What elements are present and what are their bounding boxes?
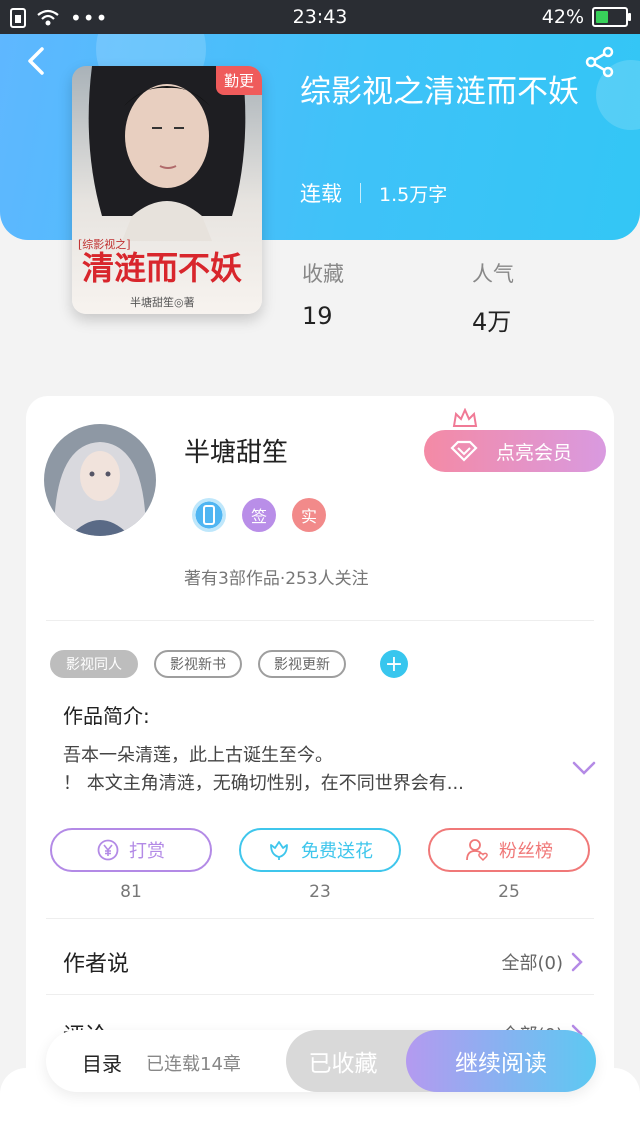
divider [46, 918, 594, 919]
author-says-more[interactable]: 全部(0) [502, 949, 584, 975]
stat-label: 人气 [472, 262, 514, 286]
reward-action: 打赏 81 [50, 828, 212, 902]
tag-item[interactable]: 影视新书 [154, 650, 242, 678]
intro-title: 作品简介: [63, 704, 150, 728]
avatar-art [44, 424, 156, 536]
author-name[interactable]: 半塘甜笙 [184, 432, 288, 469]
reward-label: 打赏 [129, 841, 165, 862]
author-avatar[interactable] [44, 424, 156, 536]
vip-button-label: 点亮会员 [496, 441, 573, 464]
chapter-count[interactable]: 已连载14章 [146, 1050, 241, 1076]
intro-line: ！ 本文主角清涟，无确切性别，在不同世界会有... [63, 773, 464, 794]
fans-label: 粉丝榜 [499, 841, 553, 862]
divider [46, 620, 594, 621]
flower-icon [270, 841, 288, 860]
stat-label: 收藏 [302, 262, 344, 286]
book-word-count: 1.5万字 [379, 183, 448, 206]
stat-value: 4万 [472, 308, 512, 336]
book-title: 综影视之清涟而不妖 [300, 74, 579, 110]
battery-icon [592, 7, 631, 27]
verified-badge: 实 [292, 498, 326, 532]
diamond-icon [450, 440, 478, 462]
author-card: 半塘甜笙 点亮会员 签 实 著有3部作品·253人关注 影视同人 影视新书 影视… [26, 396, 614, 1138]
fans-rank-button[interactable]: 粉丝榜 [428, 828, 590, 872]
stat-popularity: 人气 4万 [472, 258, 514, 337]
stat-value: 19 [302, 302, 333, 330]
flower-count: 23 [309, 882, 331, 902]
reward-button[interactable]: 打赏 [50, 828, 212, 872]
toc-button[interactable]: 目录 [82, 1048, 122, 1077]
battery-fill [596, 11, 608, 23]
book-cover[interactable]: 勤更 [综影视之] 清涟而不妖 半塘甜笙◎著 [72, 66, 262, 314]
intro-text[interactable]: 吾本一朵清莲，此上古诞生至今。 ！ 本文主角清涟，无确切性别，在不同世界会有..… [63, 742, 533, 798]
battery-percent: 42% [541, 6, 584, 28]
cover-badge: 勤更 [215, 66, 262, 95]
add-tag-icon[interactable]: + [380, 650, 408, 678]
author-says-count: 全部(0) [501, 953, 564, 974]
fans-action: 粉丝榜 25 [428, 828, 590, 902]
crown-icon [452, 408, 478, 427]
author-follow-info: 著有3部作品·253人关注 [184, 569, 369, 589]
phone-badge-icon [192, 498, 226, 532]
author-says-row[interactable]: 作者说 全部(0) [63, 946, 583, 978]
tag-item[interactable]: 影视更新 [258, 650, 346, 678]
back-icon[interactable] [22, 46, 52, 76]
author-says-title: 作者说 [63, 952, 130, 977]
divider [46, 994, 594, 995]
status-bar: ••• 23:43 42% [0, 0, 640, 34]
stat-collect: 收藏 19 [302, 258, 344, 330]
continue-reading-label: 继续阅读 [455, 1051, 547, 1077]
vip-button[interactable]: 点亮会员 [424, 430, 606, 472]
tag-item[interactable]: 影视同人 [50, 650, 138, 678]
flower-button[interactable]: 免费送花 [239, 828, 401, 872]
book-status: 连载 [300, 182, 342, 206]
tag-list: 影视同人 影视新书 影视更新 + [50, 650, 408, 678]
continue-reading-button[interactable]: 继续阅读 [406, 1030, 596, 1092]
sign-badge: 签 [242, 498, 276, 532]
cover-title: 清涟而不妖 [82, 249, 243, 287]
author-badges: 签 实 [192, 498, 326, 532]
flower-action: 免费送花 23 [239, 828, 401, 902]
bottom-action-bar: 目录 已连载14章 已收藏 继续阅读 [46, 1030, 596, 1092]
fans-count: 25 [498, 882, 520, 902]
cover-author: 半塘甜笙◎著 [130, 296, 195, 309]
flower-label: 免费送花 [301, 841, 373, 862]
book-meta: 连载 1.5万字 [300, 178, 447, 208]
action-row: 打赏 81 免费送花 23 粉丝榜 25 [50, 828, 590, 902]
yuan-icon [97, 839, 119, 861]
meta-divider [360, 183, 361, 203]
chevron-right-icon [571, 952, 583, 972]
fan-user-icon [466, 839, 488, 862]
reward-count: 81 [120, 882, 142, 902]
intro-line: 吾本一朵清莲，此上古诞生至今。 [63, 745, 333, 766]
collected-label: 已收藏 [308, 1051, 378, 1077]
chevron-down-icon[interactable] [572, 760, 596, 776]
